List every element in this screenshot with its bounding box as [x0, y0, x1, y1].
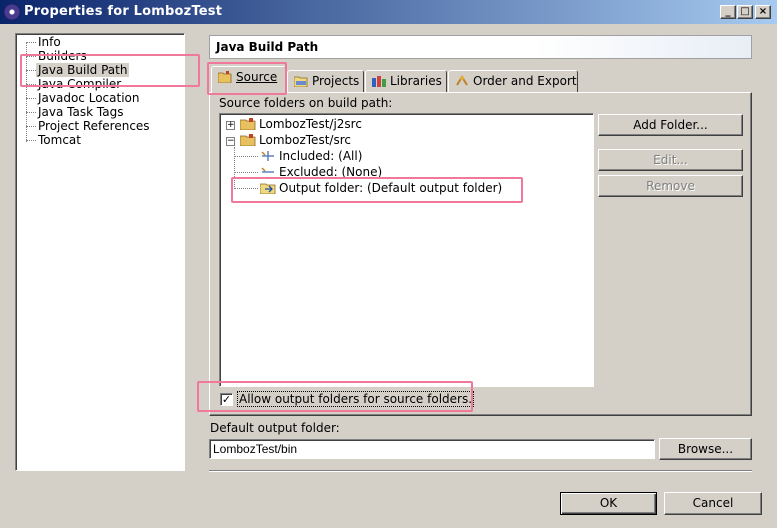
nav-item-javadoc-location[interactable]: Javadoc Location	[38, 91, 139, 105]
source-folders-label: Source folders on build path:	[219, 96, 393, 110]
close-button[interactable]: ×	[755, 5, 771, 19]
nav-item-java-task-tags[interactable]: Java Task Tags	[38, 105, 123, 119]
collapse-toggle[interactable]: −	[226, 137, 235, 146]
source-folder-icon	[240, 118, 256, 130]
edit-button[interactable]: Edit...	[598, 149, 743, 171]
expand-toggle[interactable]: +	[226, 121, 235, 130]
project-icon	[294, 76, 308, 87]
separator	[209, 470, 752, 472]
tree-connector	[234, 156, 258, 157]
tab-source-label: Source	[236, 70, 278, 84]
allow-output-folders-label[interactable]: Allow output folders for source folders.	[237, 391, 475, 407]
tree-item-excluded[interactable]: Excluded: (None)	[260, 165, 382, 180]
property-page-tree[interactable]: Info Builders Java Build Path Java Compi…	[15, 33, 185, 471]
output-folder-icon	[260, 183, 276, 194]
add-folder-button[interactable]: Add Folder...	[598, 114, 743, 136]
source-folders-tree[interactable]: + LombozTest/j2src − LombozTest/src Incl…	[219, 113, 594, 387]
tree-connector	[26, 84, 36, 85]
nav-item-builders[interactable]: Builders	[38, 49, 87, 63]
tree-connector	[26, 112, 36, 113]
tree-connector	[26, 70, 36, 71]
tab-projects[interactable]: Projects	[287, 70, 364, 92]
edit-label: Edit...	[653, 152, 688, 167]
tree-item-label: Excluded: (None)	[279, 165, 383, 179]
tree-item-label: Included: (All)	[279, 149, 363, 163]
nav-item-info[interactable]: Info	[38, 35, 61, 49]
nav-item-java-compiler[interactable]: Java Compiler	[38, 77, 121, 91]
browse-label: Browse...	[677, 441, 734, 456]
cancel-button[interactable]: Cancel	[664, 492, 762, 515]
nav-item-tomcat[interactable]: Tomcat	[38, 133, 81, 147]
add-folder-label: Add Folder...	[633, 117, 708, 132]
tree-item-src[interactable]: LombozTest/src	[240, 133, 351, 148]
tab-libraries[interactable]: Libraries	[365, 70, 447, 92]
tab-source[interactable]: Source	[211, 66, 286, 93]
tab-order-and-export[interactable]: Order and Export	[448, 70, 578, 92]
tree-connector	[26, 140, 36, 141]
default-output-label: Default output folder:	[210, 421, 340, 435]
ok-button[interactable]: OK	[560, 492, 657, 515]
tree-connector	[234, 172, 258, 173]
tree-connector-line	[26, 42, 27, 142]
tree-connector	[234, 188, 258, 189]
tree-connector	[26, 42, 36, 43]
eclipse-icon	[4, 4, 20, 20]
title-bar[interactable]: Properties for LombozTest _ □ ×	[0, 0, 777, 24]
minimize-button[interactable]: _	[720, 5, 736, 19]
cancel-label: Cancel	[692, 496, 734, 510]
tree-item-label: LombozTest/src	[259, 133, 351, 147]
inclusion-filter-icon	[261, 151, 274, 161]
page-heading: Java Build Path	[209, 35, 752, 59]
tree-item-j2src[interactable]: LombozTest/j2src	[240, 117, 362, 132]
allow-output-folders-checkbox[interactable]: ✓	[220, 393, 233, 406]
tree-connector	[26, 126, 36, 127]
tab-projects-label: Projects	[312, 74, 360, 88]
source-folder-icon	[218, 71, 232, 83]
source-folder-icon	[240, 134, 256, 146]
tree-item-label: Output folder: (Default output folder)	[279, 181, 503, 195]
nav-item-project-references[interactable]: Project References	[38, 119, 150, 133]
library-icon	[372, 76, 386, 87]
default-output-field[interactable]	[209, 439, 655, 459]
remove-button[interactable]: Remove	[598, 175, 743, 197]
ok-label: OK	[599, 496, 618, 510]
maximize-button[interactable]: □	[737, 5, 753, 19]
nav-item-java-build-path[interactable]: Java Build Path	[36, 63, 130, 77]
tree-connector	[26, 56, 36, 57]
tree-connector-line	[234, 147, 235, 189]
tree-item-label: LombozTest/j2src	[259, 117, 362, 131]
tree-item-output-folder[interactable]: Output folder: (Default output folder)	[260, 181, 502, 196]
tree-item-included[interactable]: Included: (All)	[260, 149, 362, 164]
window-title: Properties for LombozTest	[24, 4, 223, 19]
order-export-icon	[456, 75, 468, 86]
remove-label: Remove	[646, 178, 695, 193]
tab-order-export-label: Order and Export	[473, 74, 577, 88]
browse-button[interactable]: Browse...	[659, 438, 752, 460]
tree-connector	[26, 98, 36, 99]
tab-libraries-label: Libraries	[390, 74, 442, 88]
exclusion-filter-icon	[261, 167, 274, 173]
